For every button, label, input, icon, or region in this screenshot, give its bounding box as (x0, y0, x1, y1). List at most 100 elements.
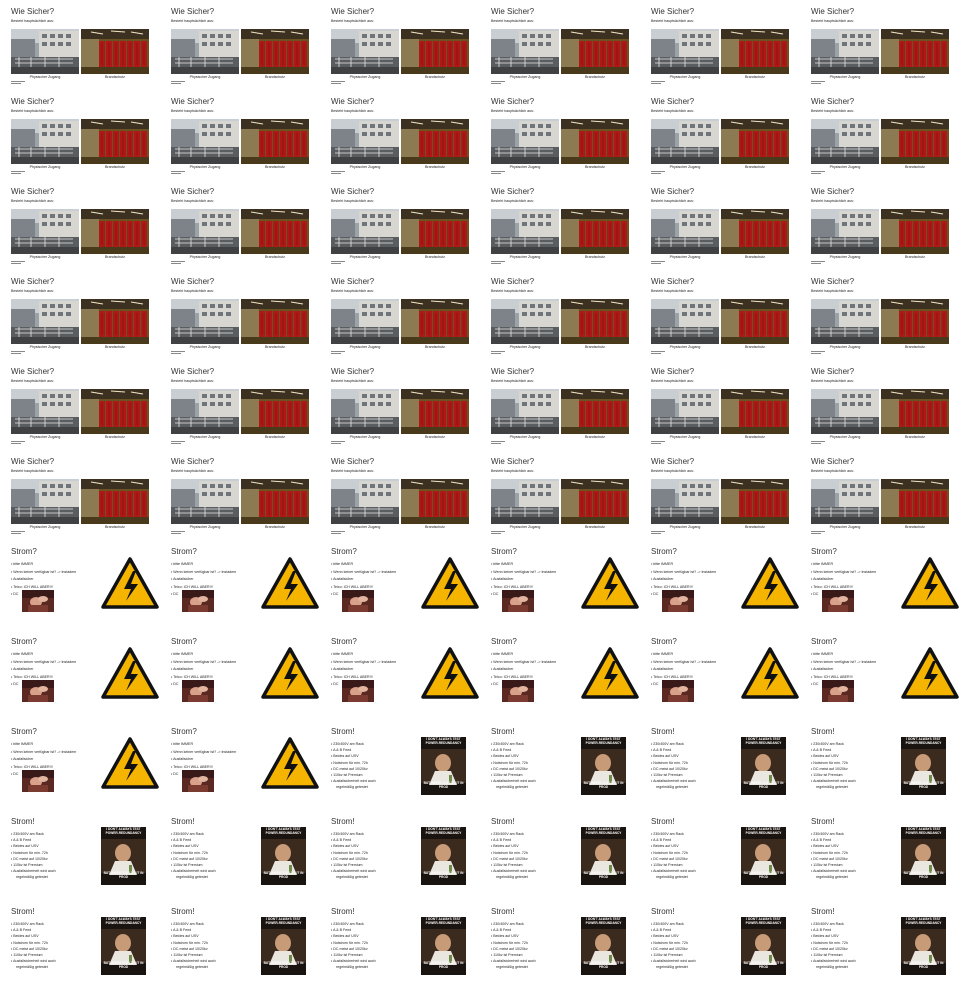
server-room-photo (401, 209, 469, 254)
slide-thumbnail-61[interactable]: Strom! 230/400V am RackA & B FeedBeides a… (0, 900, 160, 990)
photo-caption: Brandschutz (105, 345, 125, 349)
slide-thumbnail-11[interactable]: Wie Sicher? Besteht hauptsächlich aus: Ph… (640, 90, 800, 180)
slide-thumbnail-50[interactable]: Strom? bitte IMMERWenn keiner verfügbar i… (160, 720, 320, 810)
server-room-photo (241, 299, 309, 344)
slide-thumbnail-26[interactable]: Wie Sicher? Besteht hauptsächlich aus: Ph… (160, 360, 320, 450)
slide-title: Strom! (491, 727, 515, 736)
photo-caption: Brandschutz (745, 255, 765, 259)
slide-thumbnail-60[interactable]: Strom! 230/400V am RackA & B FeedBeides a… (800, 810, 960, 900)
slide-thumbnail-30[interactable]: Wie Sicher? Besteht hauptsächlich aus: Ph… (800, 360, 960, 450)
slide-thumbnail-18[interactable]: Wie Sicher? Besteht hauptsächlich aus: Ph… (800, 180, 960, 270)
photo-caption: Physischer Zugang (669, 75, 701, 79)
photo-caption: Physischer Zugang (29, 435, 61, 439)
slide-thumbnail-36[interactable]: Wie Sicher? Besteht hauptsächlich aus: Ph… (800, 450, 960, 540)
slide-thumbnail-27[interactable]: Wie Sicher? Besteht hauptsächlich aus: Ph… (320, 360, 480, 450)
slide-thumbnail-2[interactable]: Wie Sicher? Besteht hauptsächlich aus: Ph… (160, 0, 320, 90)
slide-thumbnail-21[interactable]: Wie Sicher? Besteht hauptsächlich aus: Ph… (320, 270, 480, 360)
slide-title: Strom? (491, 547, 517, 556)
slide-thumbnail-66[interactable]: Strom! 230/400V am RackA & B FeedBeides a… (800, 900, 960, 990)
slide-thumbnail-8[interactable]: Wie Sicher? Besteht hauptsächlich aus: Ph… (160, 90, 320, 180)
slide-thumbnail-3[interactable]: Wie Sicher? Besteht hauptsächlich aus: Ph… (320, 0, 480, 90)
slide-subtitle: Besteht hauptsächlich aus: (331, 469, 374, 473)
slide-subtitle: Besteht hauptsächlich aus: (651, 199, 694, 203)
slide-title: Strom! (651, 907, 675, 916)
slide-thumbnail-14[interactable]: Wie Sicher? Besteht hauptsächlich aus: Ph… (160, 180, 320, 270)
slide-thumbnail-52[interactable]: Strom! 230/400V am RackA & B FeedBeides a… (480, 720, 640, 810)
meme-bottom-text: BUT WHEN I DO I DO IT IN PROD (423, 871, 464, 879)
slide-thumbnail-39[interactable]: Strom? bitte IMMERWenn keiner verfügbar i… (320, 540, 480, 630)
slide-thumbnail-7[interactable]: Wie Sicher? Besteht hauptsächlich aus: Ph… (0, 90, 160, 180)
building-photo (331, 299, 399, 344)
slide-thumbnail-17[interactable]: Wie Sicher? Besteht hauptsächlich aus: Ph… (640, 180, 800, 270)
slide-thumbnail-15[interactable]: Wie Sicher? Besteht hauptsächlich aus: Ph… (320, 180, 480, 270)
slide-thumbnail-41[interactable]: Strom? bitte IMMERWenn keiner verfügbar i… (640, 540, 800, 630)
photo-caption: Brandschutz (105, 165, 125, 169)
slide-thumbnail-49[interactable]: Strom? bitte IMMERWenn keiner verfügbar i… (0, 720, 160, 810)
slide-thumbnail-63[interactable]: Strom! 230/400V am RackA & B FeedBeides a… (320, 900, 480, 990)
photo-caption: Brandschutz (585, 75, 605, 79)
slide-thumbnail-57[interactable]: Strom! 230/400V am RackA & B FeedBeides a… (320, 810, 480, 900)
slide-thumbnail-32[interactable]: Wie Sicher? Besteht hauptsächlich aus: Ph… (160, 450, 320, 540)
slide-thumbnail-1[interactable]: Wie Sicher? Besteht hauptsächlich aus: Ph… (0, 0, 160, 90)
slide-thumbnail-64[interactable]: Strom! 230/400V am RackA & B FeedBeides a… (480, 900, 640, 990)
server-room-photo (721, 389, 789, 434)
slide-title: Wie Sicher? (11, 187, 55, 196)
photo-caption: Physischer Zugang (829, 345, 861, 349)
slide-thumbnail-19[interactable]: Wie Sicher? Besteht hauptsächlich aus: Ph… (0, 270, 160, 360)
slide-thumbnail-20[interactable]: Wie Sicher? Besteht hauptsächlich aus: Ph… (160, 270, 320, 360)
meme-bottom-text: BUT WHEN I DO I DO IT IN PROD (423, 781, 464, 789)
slide-thumbnail-38[interactable]: Strom? bitte IMMERWenn keiner verfügbar i… (160, 540, 320, 630)
slide-thumbnail-47[interactable]: Strom? bitte IMMERWenn keiner verfügbar i… (640, 630, 800, 720)
slide-thumbnail-28[interactable]: Wie Sicher? Besteht hauptsächlich aus: Ph… (480, 360, 640, 450)
slide-thumbnail-55[interactable]: Strom! 230/400V am RackA & B FeedBeides a… (0, 810, 160, 900)
building-photo (811, 479, 879, 524)
slide-thumbnail-46[interactable]: Strom? bitte IMMERWenn keiner verfügbar i… (480, 630, 640, 720)
slide-thumbnail-40[interactable]: Strom? bitte IMMERWenn keiner verfügbar i… (480, 540, 640, 630)
slide-thumbnail-31[interactable]: Wie Sicher? Besteht hauptsächlich aus: Ph… (0, 450, 160, 540)
slide-thumbnail-37[interactable]: Strom? bitte IMMERWenn keiner verfügbar i… (0, 540, 160, 630)
slide-thumbnail-9[interactable]: Wie Sicher? Besteht hauptsächlich aus: Ph… (320, 90, 480, 180)
slide-thumbnail-45[interactable]: Strom? bitte IMMERWenn keiner verfügbar i… (320, 630, 480, 720)
slide-subtitle: Besteht hauptsächlich aus: (491, 199, 534, 203)
slide-thumbnail-4[interactable]: Wie Sicher? Besteht hauptsächlich aus: Ph… (480, 0, 640, 90)
slide-thumbnail-16[interactable]: Wie Sicher? Besteht hauptsächlich aus: Ph… (480, 180, 640, 270)
slide-thumbnail-34[interactable]: Wie Sicher? Besteht hauptsächlich aus: Ph… (480, 450, 640, 540)
slide-thumbnail-13[interactable]: Wie Sicher? Besteht hauptsächlich aus: Ph… (0, 180, 160, 270)
meme-top-text: I DON'T ALWAYS TEST POWER-REDUNDANCY (105, 827, 142, 835)
photo-caption: Physischer Zugang (669, 525, 701, 529)
slide-thumbnail-48[interactable]: Strom? bitte IMMERWenn keiner verfügbar i… (800, 630, 960, 720)
slide-thumbnail-12[interactable]: Wie Sicher? Besteht hauptsächlich aus: Ph… (800, 90, 960, 180)
slide-thumbnail-54[interactable]: Strom! 230/400V am RackA & B FeedBeides a… (800, 720, 960, 810)
slide-thumbnail-33[interactable]: Wie Sicher? Besteht hauptsächlich aus: Ph… (320, 450, 480, 540)
bullet-item: bitte IMMER (491, 561, 556, 569)
slide-thumbnail-29[interactable]: Wie Sicher? Besteht hauptsächlich aus: Ph… (640, 360, 800, 450)
bullet-item: Wenn keiner verfügbar ist? -> Instadem (331, 569, 396, 577)
slide-thumbnail-35[interactable]: Wie Sicher? Besteht hauptsächlich aus: Ph… (640, 450, 800, 540)
slide-thumbnail-5[interactable]: Wie Sicher? Besteht hauptsächlich aus: Ph… (640, 0, 800, 90)
bullet-item: Wenn keiner verfügbar ist? -> Instadem (11, 749, 76, 757)
slide-thumbnail-23[interactable]: Wie Sicher? Besteht hauptsächlich aus: Ph… (640, 270, 800, 360)
photo-caption: Physischer Zugang (829, 165, 861, 169)
footer-lines (11, 441, 25, 445)
building-photo (331, 29, 399, 74)
slide-thumbnail-44[interactable]: Strom? bitte IMMERWenn keiner verfügbar i… (160, 630, 320, 720)
slide-thumbnail-22[interactable]: Wie Sicher? Besteht hauptsächlich aus: Ph… (480, 270, 640, 360)
slide-thumbnail-10[interactable]: Wie Sicher? Besteht hauptsächlich aus: Ph… (480, 90, 640, 180)
slide-thumbnail-58[interactable]: Strom! 230/400V am RackA & B FeedBeides a… (480, 810, 640, 900)
slide-thumbnail-24[interactable]: Wie Sicher? Besteht hauptsächlich aus: Ph… (800, 270, 960, 360)
slide-thumbnail-65[interactable]: Strom! 230/400V am RackA & B FeedBeides a… (640, 900, 800, 990)
bullet-item: regelmäßig getestet (496, 875, 528, 880)
slide-thumbnail-25[interactable]: Wie Sicher? Besteht hauptsächlich aus: Ph… (0, 360, 160, 450)
footer-lines (331, 261, 345, 265)
slide-thumbnail-42[interactable]: Strom? bitte IMMERWenn keiner verfügbar i… (800, 540, 960, 630)
footer-lines (811, 261, 825, 265)
slide-thumbnail-53[interactable]: Strom! 230/400V am RackA & B FeedBeides a… (640, 720, 800, 810)
slide-thumbnail-6[interactable]: Wie Sicher? Besteht hauptsächlich aus: Ph… (800, 0, 960, 90)
slide-thumbnail-56[interactable]: Strom! 230/400V am RackA & B FeedBeides a… (160, 810, 320, 900)
photo-caption: Brandschutz (265, 255, 285, 259)
slide-thumbnail-51[interactable]: Strom! 230/400V am RackA & B FeedBeides a… (320, 720, 480, 810)
slide-thumbnail-43[interactable]: Strom? bitte IMMERWenn keiner verfügbar i… (0, 630, 160, 720)
slide-thumbnail-62[interactable]: Strom! 230/400V am RackA & B FeedBeides a… (160, 900, 320, 990)
slide-thumbnail-59[interactable]: Strom! 230/400V am RackA & B FeedBeides a… (640, 810, 800, 900)
photo-caption: Physischer Zugang (509, 435, 541, 439)
